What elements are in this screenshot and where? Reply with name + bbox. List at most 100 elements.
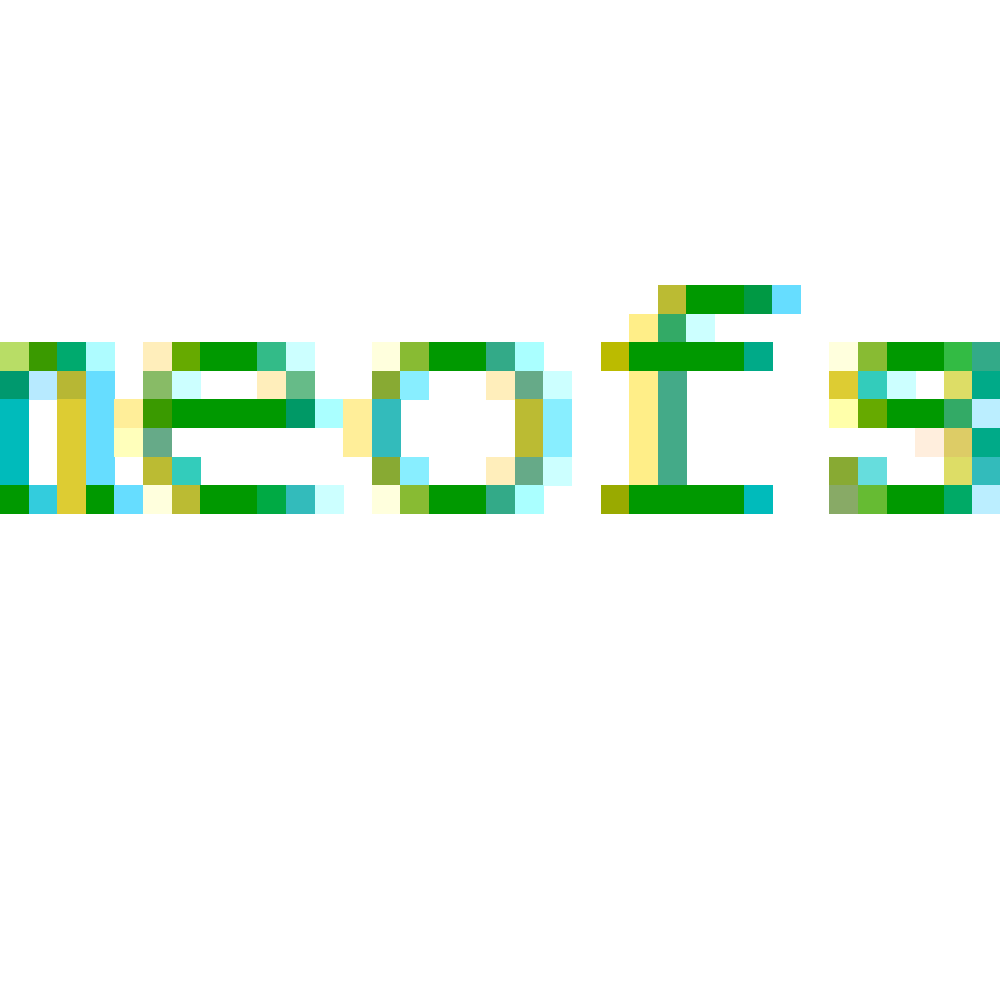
logo-pixel [143, 457, 172, 486]
logo-pixel [315, 399, 344, 428]
logo-pixel [829, 485, 858, 514]
logo-pixel [486, 371, 515, 400]
logo-pixel [143, 485, 172, 514]
logo-pixel [629, 371, 658, 400]
logo-pixel [57, 371, 86, 400]
logo-pixel [658, 371, 687, 400]
logo-pixel [972, 457, 1000, 486]
logo-pixel [887, 342, 916, 371]
logo-pixel [515, 371, 544, 400]
logo-pixel [658, 457, 687, 486]
logo-pixel [29, 371, 58, 400]
logo-pixel [658, 342, 687, 371]
logo-pixel [0, 428, 29, 457]
logo-pixel [229, 485, 258, 514]
logo-pixel [543, 428, 572, 457]
logo-pixel [858, 485, 887, 514]
logo-pixel [343, 428, 372, 457]
logo-pixel [0, 371, 29, 400]
logo-pixel [629, 485, 658, 514]
logo-pixel [601, 485, 630, 514]
logo-pixel [972, 485, 1000, 514]
logo-pixel [915, 485, 944, 514]
logo-pixel [858, 342, 887, 371]
logo-pixel [86, 428, 115, 457]
logo-pixel [972, 428, 1000, 457]
logo-pixel [400, 485, 429, 514]
logo-pixel [629, 399, 658, 428]
logo-pixel [972, 371, 1000, 400]
logo-pixel [0, 485, 29, 514]
logo-pixel [715, 485, 744, 514]
logo-pixel [486, 485, 515, 514]
logo-pixel [658, 285, 687, 314]
logo-pixel [915, 342, 944, 371]
logo-pixel [658, 485, 687, 514]
logo-pixel [658, 399, 687, 428]
logo-pixel [944, 371, 973, 400]
logo-pixel [400, 342, 429, 371]
logo-pixel [286, 399, 315, 428]
logo-pixel [57, 342, 86, 371]
logo-pixel [0, 399, 29, 428]
logo-pixel [744, 485, 773, 514]
logo-pixel [944, 485, 973, 514]
logo-pixel [143, 371, 172, 400]
logo-pixel [829, 371, 858, 400]
logo-pixel [915, 399, 944, 428]
logo-pixel [143, 428, 172, 457]
logo-pixel [829, 342, 858, 371]
logo-pixel [515, 428, 544, 457]
logo-pixel [486, 342, 515, 371]
logo-pixel [944, 428, 973, 457]
logo-pixel [858, 399, 887, 428]
logo-pixel [372, 371, 401, 400]
logo-pixel [944, 342, 973, 371]
logo-pixel [114, 485, 143, 514]
logo-pixel [57, 399, 86, 428]
logo-pixel [257, 399, 286, 428]
logo-pixel [229, 399, 258, 428]
logo-pixel [686, 314, 715, 343]
logo-pixel [200, 485, 229, 514]
logo-pixel [543, 371, 572, 400]
logo-pixel [86, 485, 115, 514]
logo-pixel [86, 342, 115, 371]
logo-pixel [772, 285, 801, 314]
logo-pixel [658, 428, 687, 457]
logo-pixel [515, 485, 544, 514]
logo-pixel [658, 314, 687, 343]
logo-pixel [972, 399, 1000, 428]
logo-pixel [114, 399, 143, 428]
logo-pixel [429, 342, 458, 371]
logo-pixel [601, 342, 630, 371]
logo-pixel [372, 399, 401, 428]
logo-pixel [887, 399, 916, 428]
logo-pixel [200, 399, 229, 428]
logo-pixel [915, 428, 944, 457]
logo-pixel [458, 342, 487, 371]
canvas: neofs [0, 0, 1000, 1000]
logo-pixel [629, 314, 658, 343]
logo-pixel [429, 485, 458, 514]
logo-pixel [257, 342, 286, 371]
logo-pixel [944, 457, 973, 486]
logo-pixel [286, 485, 315, 514]
logo-pixel [400, 457, 429, 486]
logo-pixel [172, 371, 201, 400]
logo-pixel [57, 428, 86, 457]
logo-pixel [114, 428, 143, 457]
logo-pixel [372, 428, 401, 457]
logo-pixel [143, 342, 172, 371]
logo-pixel [858, 371, 887, 400]
logo-pixel [972, 342, 1000, 371]
logo-pixel [86, 371, 115, 400]
logo-pixel [86, 457, 115, 486]
logo-pixel [629, 342, 658, 371]
logo-pixel [257, 371, 286, 400]
logo-pixel [343, 399, 372, 428]
logo-pixel [86, 399, 115, 428]
logo-pixel [172, 457, 201, 486]
logo-pixel [543, 399, 572, 428]
logo-pixel [829, 457, 858, 486]
